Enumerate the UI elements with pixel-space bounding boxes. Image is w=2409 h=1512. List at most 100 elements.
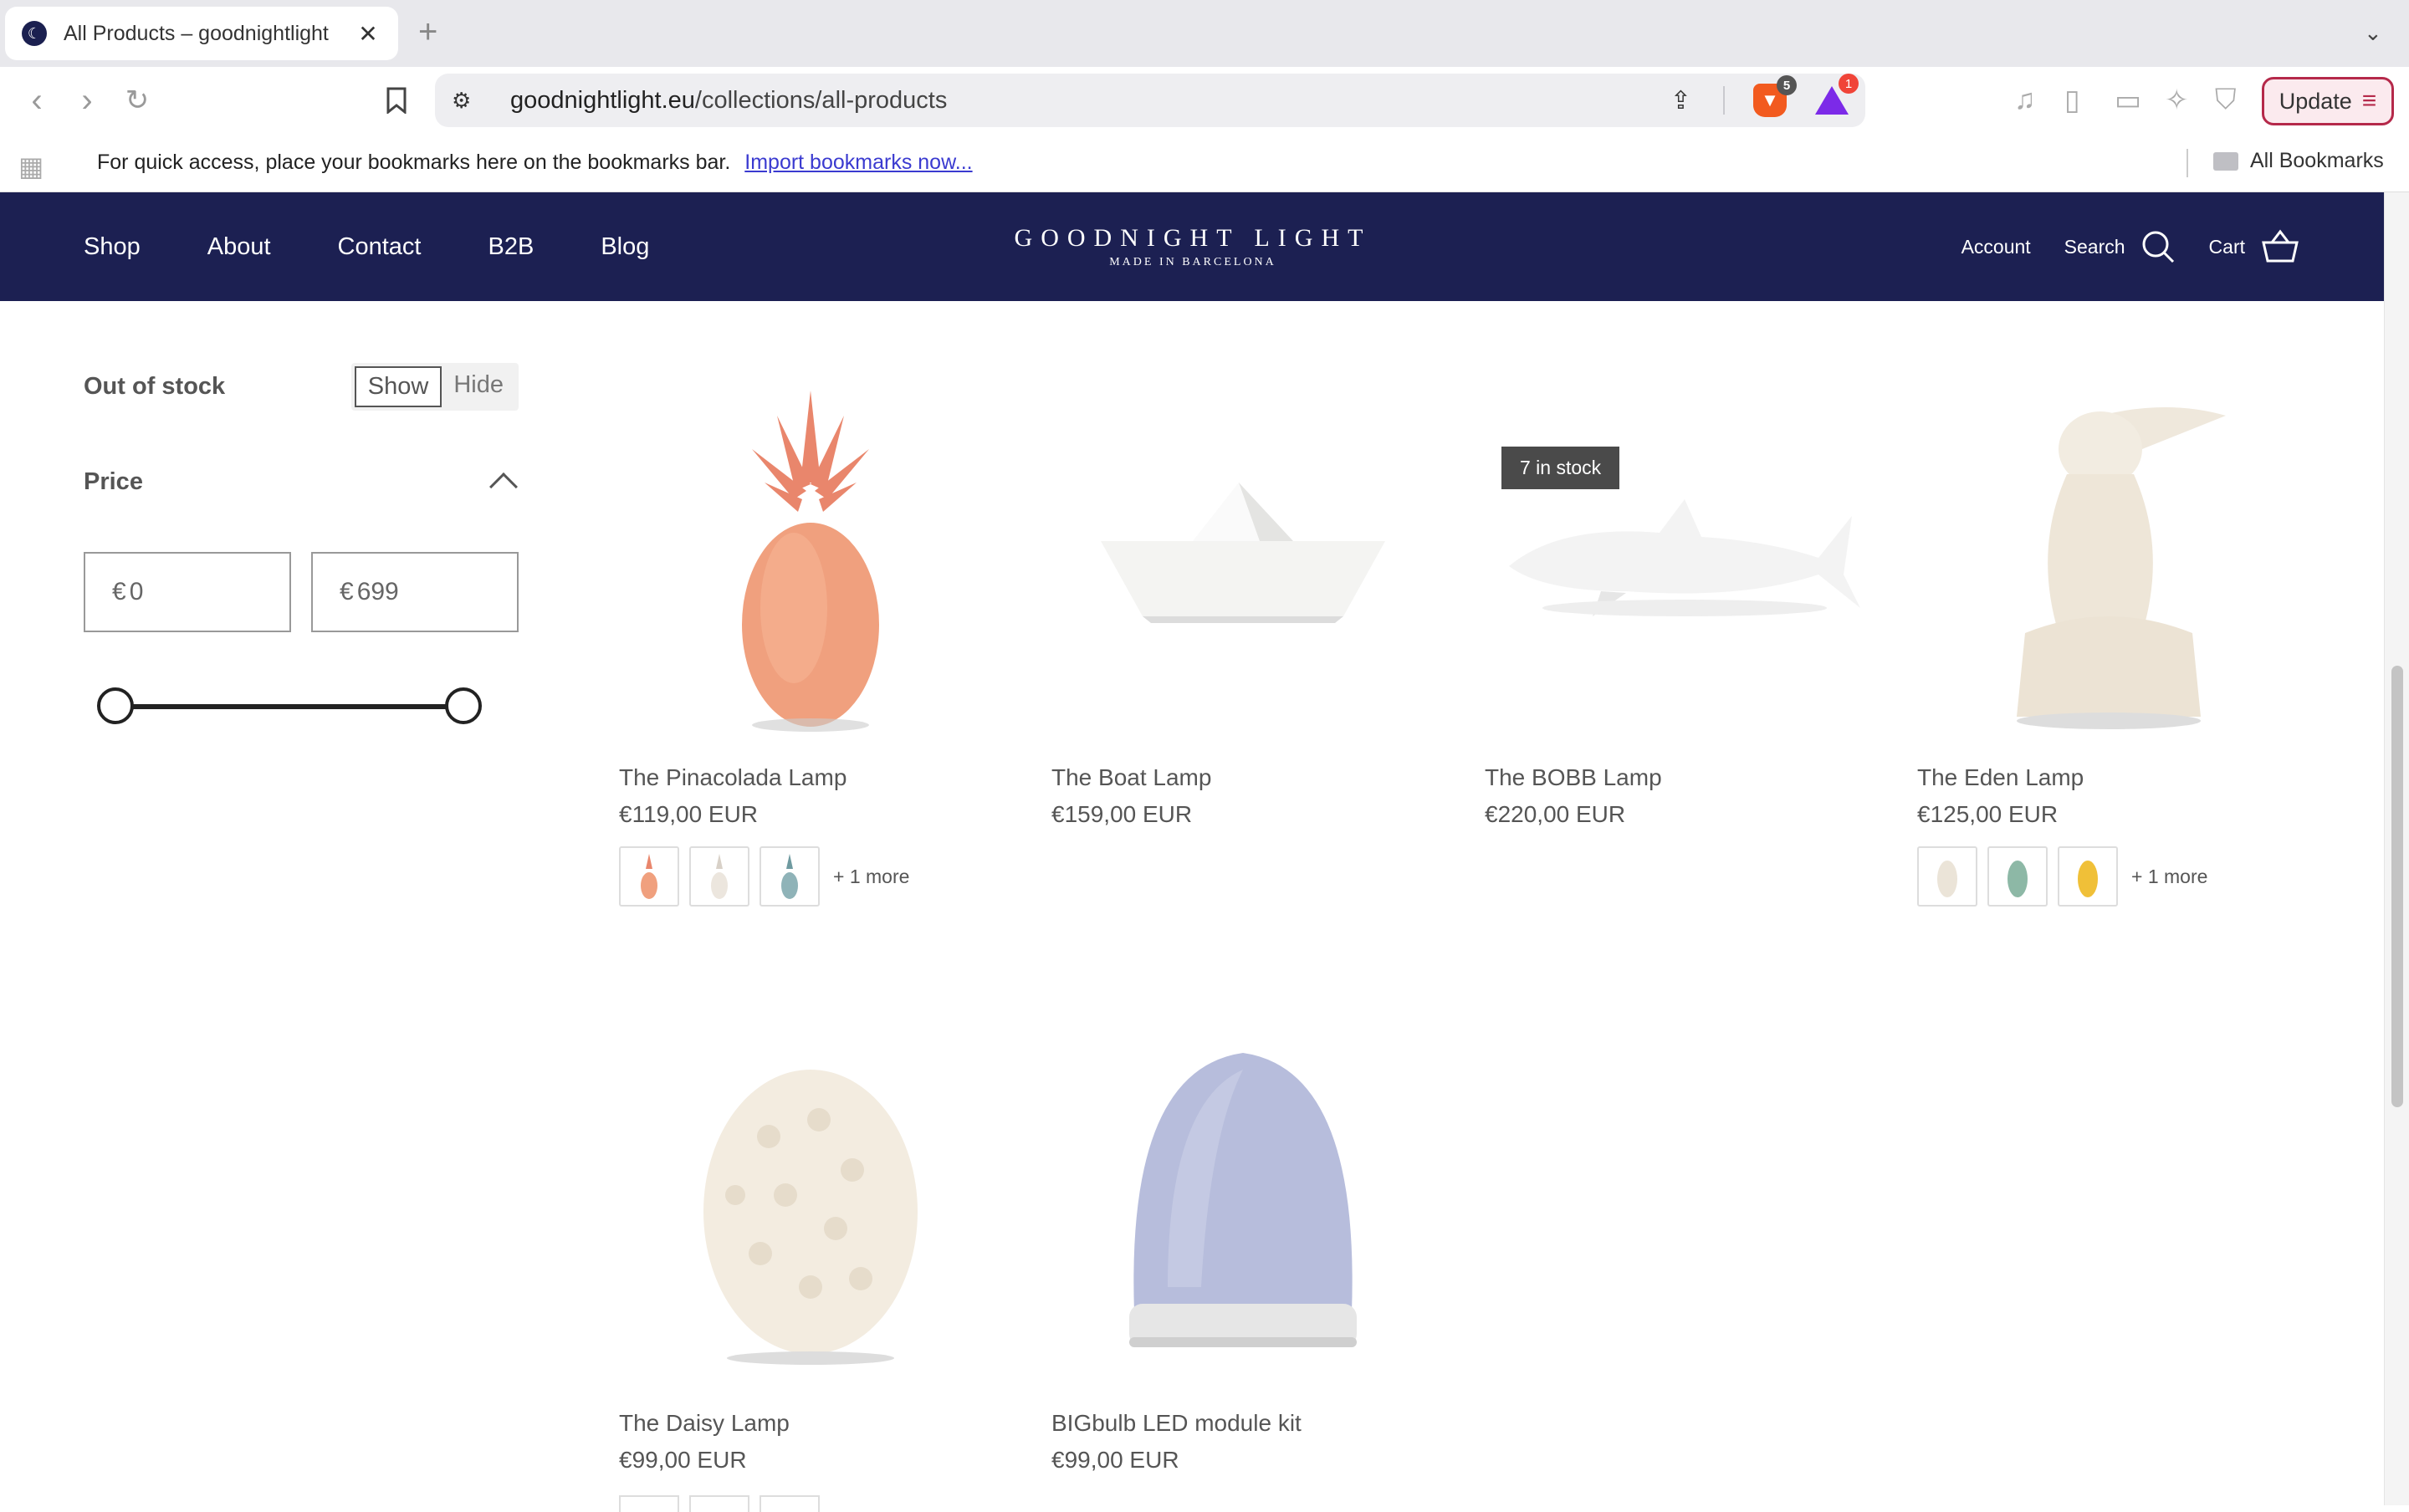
leo-ai-icon[interactable]: ✧ [2165,84,2189,117]
url-path: /collections/all-products [694,86,948,114]
bookmarks-bar: ▦ For quick access, place your bookmarks… [0,134,2409,192]
import-bookmarks-link[interactable]: Import bookmarks now... [744,151,972,174]
price-max-value: 699 [356,578,399,605]
address-bar[interactable]: ⚙ goodnightlight.eu/collections/all-prod… [435,74,1865,127]
bookmarks-message: For quick access, place your bookmarks h… [97,151,973,175]
main-nav: Shop About Contact B2B Blog [84,192,649,304]
cart-link[interactable]: Cart [2209,229,2300,264]
product-card[interactable]: The Boat Lamp €159,00 EUR [1051,366,1435,828]
product-name[interactable]: The Pinacolada Lamp [619,764,1002,791]
tab-list-chevron-icon[interactable]: ⌄ [2364,20,2382,46]
folder-icon [2213,151,2238,171]
price-min-input[interactable]: € 0 [84,552,291,632]
site-logo[interactable]: GOODNIGHT LIGHT MADE IN BARCELONA [1007,224,1378,269]
product-image-bigbulb[interactable] [1051,1012,1435,1395]
product-card[interactable]: BIGbulb LED module kit €99,00 EUR [1051,1012,1435,1474]
toolbar-divider [1723,86,1725,115]
price-filter-header[interactable]: Price [84,467,519,501]
cart-basket-icon [2262,229,2299,263]
product-image-boat[interactable] [1051,366,1435,749]
product-price: €125,00 EUR [1917,801,2059,827]
cart-label: Cart [2208,235,2245,258]
back-arrow-icon[interactable]: ‹ [17,80,57,120]
page-scrollbar[interactable] [2384,192,2409,1505]
browser-tab[interactable]: ☾ All Products – goodnightlight ✕ [5,7,398,60]
color-swatches: + 1 more [619,846,1002,907]
toucan-lamp-illustration [2017,407,2226,729]
update-button[interactable]: Update ≡ [2262,77,2394,125]
price-max-input[interactable]: € 699 [311,552,519,632]
new-tab-icon[interactable]: + [418,15,437,49]
swatch-yellow[interactable] [2058,846,2118,907]
update-label: Update [2279,88,2352,114]
product-card[interactable]: 7 in stock The BOBB Lamp €220,00 EUR [1485,366,1868,828]
nav-about[interactable]: About [207,233,271,261]
forward-arrow-icon[interactable]: › [67,80,107,120]
search-label: Search [2064,235,2125,258]
swatch-partial[interactable] [689,1495,749,1512]
swatch-white[interactable] [1917,846,1977,907]
product-card[interactable]: The Pinacolada Lamp €119,00 EUR + 1 more [619,366,1002,907]
product-card[interactable]: The Daisy Lamp €99,00 EUR [619,1012,1002,1474]
brave-shields-icon[interactable]: ▼ 5 [1753,75,1797,117]
account-link[interactable]: Account [1961,236,2031,258]
share-icon[interactable]: ⇪ [1670,86,1691,115]
product-name[interactable]: The BOBB Lamp [1485,764,1868,791]
product-image-daisy[interactable] [619,1012,1002,1395]
product-name[interactable]: The Eden Lamp [1917,764,2300,791]
site-settings-icon[interactable]: ⚙ [452,88,485,114]
color-swatches [619,1495,820,1512]
shields-count-badge: 5 [1777,75,1797,95]
url-text[interactable]: goodnightlight.eu/collections/all-produc… [510,87,1670,115]
slider-track [109,704,470,709]
more-variants-link[interactable]: + 1 more [833,866,909,888]
stock-toggle: Show Hide [350,362,519,411]
product-price: €99,00 EUR [1051,1447,1179,1473]
swatch-teal[interactable] [760,846,820,907]
chevron-up-icon [489,472,518,501]
nav-shop[interactable]: Shop [84,233,141,304]
product-image-bobb[interactable] [1485,366,1868,749]
swatch-partial[interactable] [760,1495,820,1512]
product-name[interactable]: The Boat Lamp [1051,764,1435,791]
product-image-eden[interactable] [1917,366,2300,749]
swatch-pink[interactable] [619,846,679,907]
bookmark-icon[interactable] [376,80,417,120]
product-name[interactable]: BIGbulb LED module kit [1051,1410,1435,1437]
product-price: €119,00 EUR [619,801,759,827]
swatch-green[interactable] [1987,846,2048,907]
scrollbar-thumb[interactable] [2391,666,2403,1107]
product-image-pinacolada[interactable] [619,366,1002,749]
product-name[interactable]: The Daisy Lamp [619,1410,1002,1437]
hide-option[interactable]: Hide [442,366,515,407]
price-label: Price [84,467,143,495]
search-link[interactable]: Search [2064,229,2176,264]
all-bookmarks-label: All Bookmarks [2250,149,2384,172]
nav-b2b[interactable]: B2B [488,233,534,261]
swatch-partial[interactable] [619,1495,679,1512]
slider-max-handle[interactable] [445,687,482,724]
price-range-slider[interactable] [97,687,482,726]
vpn-shield-icon[interactable]: ⛉ [2215,84,2237,116]
nav-contact[interactable]: Contact [338,233,422,261]
show-option[interactable]: Show [354,365,442,407]
logo-wordmark: GOODNIGHT LIGHT [1014,224,1372,252]
media-player-icon[interactable]: ♫ [2014,84,2036,116]
site-favicon-icon: ☾ [22,21,47,46]
header-actions: Account Search Cart [1928,192,2300,301]
apps-grid-icon[interactable]: ▦ [18,151,43,182]
sidebar-toggle-icon[interactable]: ▯ [2064,84,2080,117]
brave-rewards-icon[interactable]: 1 [1815,74,1859,117]
nav-blog[interactable]: Blog [601,233,649,261]
currency-symbol: € [112,578,126,605]
more-variants-link[interactable]: + 1 more [2131,866,2207,888]
slider-min-handle[interactable] [97,687,134,724]
all-bookmarks-button[interactable]: All Bookmarks [2213,149,2384,173]
swatch-white[interactable] [689,846,749,907]
reload-icon[interactable]: ↻ [117,80,157,120]
close-tab-icon[interactable]: ✕ [355,20,381,48]
wallet-icon[interactable]: ▭ [2115,84,2141,117]
bookmarks-hint-text: For quick access, place your bookmarks h… [97,151,731,174]
product-card[interactable]: The Eden Lamp €125,00 EUR + 1 more [1917,366,2300,907]
browser-tab-bar: ☾ All Products – goodnightlight ✕ + ⌄ [0,0,2409,67]
